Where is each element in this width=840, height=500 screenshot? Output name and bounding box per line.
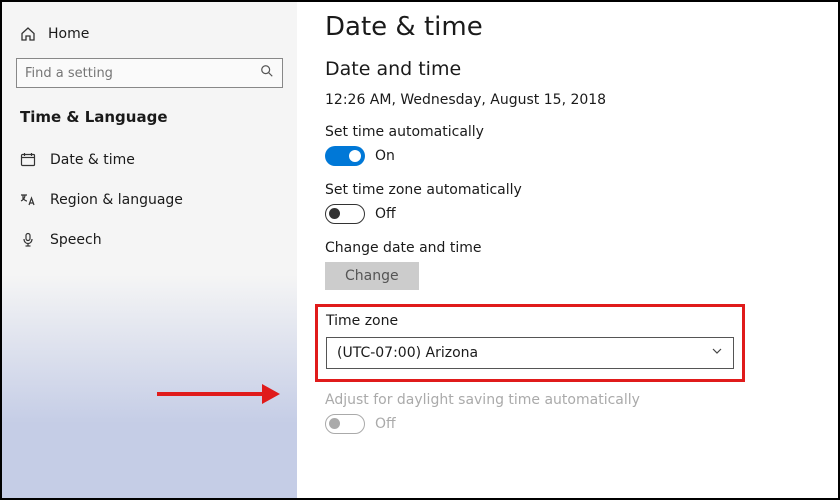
chevron-down-icon (711, 345, 723, 361)
nav-home[interactable]: Home (2, 20, 297, 54)
dst-state: Off (375, 416, 396, 432)
date-time-icon (20, 152, 36, 168)
search-settings-text[interactable] (17, 59, 282, 87)
change-datetime-label: Change date and time (325, 240, 808, 256)
nav-home-label: Home (48, 26, 89, 42)
arrow-head-icon (262, 384, 280, 404)
set-time-auto-label: Set time automatically (325, 124, 808, 140)
sidebar-item-region-language[interactable]: Region & language (2, 180, 297, 220)
timezone-select[interactable]: (UTC-07:00) Arizona (326, 337, 734, 369)
timezone-selected-value: (UTC-07:00) Arizona (337, 345, 478, 361)
group-title: Date and time (325, 58, 808, 80)
dst-label: Adjust for daylight saving time automati… (325, 392, 808, 408)
timezone-highlight-box: Time zone (UTC-07:00) Arizona (315, 304, 745, 382)
current-datetime: 12:26 AM, Wednesday, August 15, 2018 (325, 92, 808, 108)
set-time-auto-state: On (375, 148, 395, 164)
page-title: Date & time (325, 12, 808, 42)
sidebar-item-date-time[interactable]: Date & time (2, 140, 297, 180)
search-settings-input[interactable] (16, 58, 283, 88)
set-time-auto-toggle[interactable] (325, 146, 365, 166)
dst-toggle (325, 414, 365, 434)
region-language-icon (20, 192, 36, 208)
set-tz-auto-state: Off (375, 206, 396, 222)
sidebar: Home Time & Language Date & time Region … (2, 2, 297, 498)
set-tz-auto-label: Set time zone automatically (325, 182, 808, 198)
set-tz-auto-toggle[interactable] (325, 204, 365, 224)
speech-icon (20, 232, 36, 248)
arrow-line-icon (157, 392, 262, 396)
annotation-arrow (157, 384, 280, 404)
sidebar-item-label: Region & language (50, 192, 183, 208)
search-icon (260, 64, 274, 82)
home-icon (20, 26, 36, 42)
main-panel: Date & time Date and time 12:26 AM, Wedn… (297, 2, 838, 498)
sidebar-item-label: Date & time (50, 152, 135, 168)
sidebar-item-label: Speech (50, 232, 102, 248)
sidebar-item-speech[interactable]: Speech (2, 220, 297, 260)
change-datetime-button[interactable]: Change (325, 262, 419, 290)
timezone-label: Time zone (326, 313, 734, 329)
sidebar-section-title: Time & Language (2, 106, 297, 140)
